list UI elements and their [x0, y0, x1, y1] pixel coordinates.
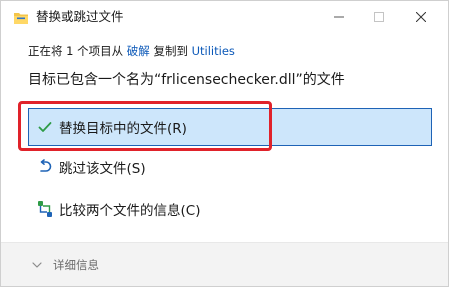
- copy-status-line: 正在将 1 个项目从 破解 复制到 Utilities: [28, 42, 235, 60]
- conflict-message: 目标已包含一个名为“frlicensechecker.dll”的文件: [28, 72, 345, 88]
- compare-files-option[interactable]: 比较两个文件的信息(C): [28, 191, 432, 227]
- compare-files-label: 比较两个文件的信息(C): [59, 203, 201, 219]
- destination-folder-link[interactable]: Utilities: [192, 44, 235, 58]
- status-middle: 复制到: [153, 44, 188, 58]
- maximize-icon: [374, 12, 384, 22]
- replace-file-label: 替换目标中的文件(R): [59, 121, 187, 137]
- skip-file-label: 跳过该文件(S): [59, 161, 146, 177]
- skip-file-option[interactable]: 跳过该文件(S): [28, 149, 432, 185]
- details-toggle[interactable]: 详细信息: [31, 257, 99, 273]
- title-bar[interactable]: 替换或跳过文件: [1, 1, 448, 33]
- status-prefix: 正在将 1 个项目从: [28, 44, 124, 58]
- window-title: 替换或跳过文件: [36, 9, 124, 24]
- maximize-button[interactable]: [359, 1, 399, 33]
- minimize-button[interactable]: [319, 1, 359, 33]
- skip-arrow-icon: [36, 158, 54, 176]
- compare-icon: [36, 200, 54, 218]
- close-icon: [416, 12, 426, 22]
- folder-icon: [13, 10, 29, 24]
- replace-file-option[interactable]: 替换目标中的文件(R): [28, 108, 432, 146]
- details-label: 详细信息: [53, 258, 99, 272]
- dialog-footer: 详细信息: [1, 242, 448, 286]
- minimize-icon: [334, 16, 344, 18]
- close-button[interactable]: [401, 1, 441, 33]
- replace-or-skip-dialog: 替换或跳过文件 正在将 1 个项目从 破解 复制到 Utilities 目标已包…: [0, 0, 449, 287]
- source-folder-link[interactable]: 破解: [127, 44, 150, 58]
- checkmark-icon: [36, 118, 54, 136]
- chevron-down-icon: [31, 259, 43, 271]
